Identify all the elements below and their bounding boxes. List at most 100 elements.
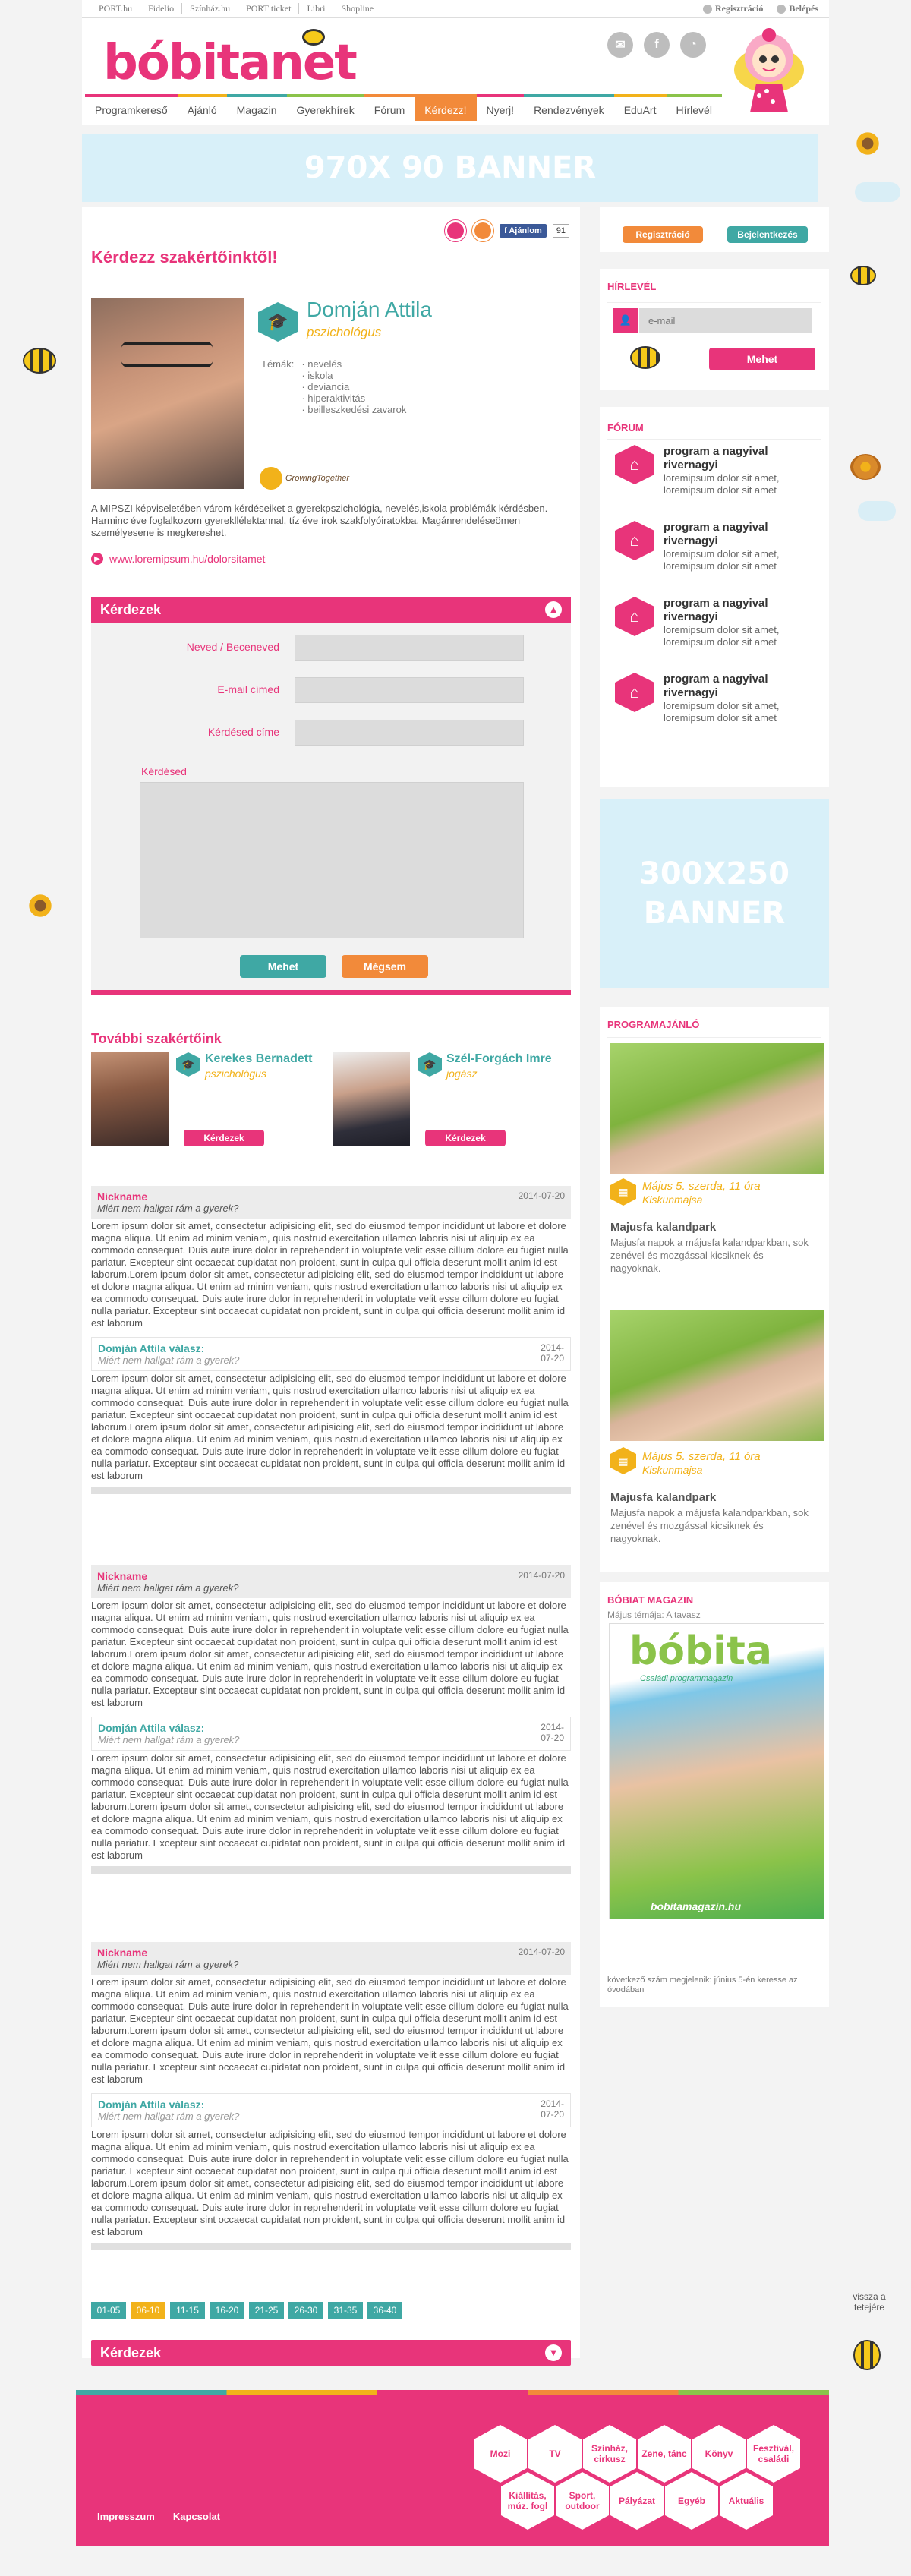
partner-link[interactable]: PORT.hu [91, 3, 141, 14]
facebook-like-button[interactable]: f Ajánlom [500, 224, 547, 238]
bee-decoration-icon [23, 348, 56, 374]
auth-box: Regisztráció Bejelentkezés [600, 207, 829, 252]
expert-website-link[interactable]: ▶ www.loremipsum.hu/dolorsitamet [91, 553, 265, 565]
house-icon: ⌂ [615, 521, 654, 560]
category-theatre[interactable]: Színház, cirkusz [583, 2425, 636, 2483]
category-sport[interactable]: Sport, outdoor [556, 2472, 609, 2530]
answer-date: 2014-07-20 [541, 2098, 564, 2120]
facebook-icon[interactable]: f [644, 32, 670, 58]
expert-thumbnail[interactable] [91, 1052, 169, 1146]
ask-expert-button[interactable]: Kérdezek [425, 1130, 506, 1146]
snail-decoration-icon [850, 454, 881, 480]
ask-expert-button[interactable]: Kérdezek [184, 1130, 264, 1146]
category-festival[interactable]: Fesztivál, családi [747, 2425, 800, 2483]
contact-link[interactable]: Kapcsolat [173, 2511, 220, 2522]
category-mozi[interactable]: Mozi [474, 2425, 527, 2483]
expert-name[interactable]: Kerekes Bernadett [205, 1052, 312, 1066]
category-music[interactable]: Zene, tánc [638, 2425, 691, 2483]
expert-thumbnail[interactable] [333, 1052, 410, 1146]
comment-divider [91, 1487, 571, 1494]
nav-item[interactable]: Nyerj! [476, 94, 525, 121]
comment-header: Nickname Miért nem hallgat rám a gyerek?… [91, 1186, 571, 1219]
page-link[interactable]: 36-40 [367, 2302, 402, 2319]
mail-share-icon[interactable] [445, 220, 467, 241]
topbar-register-link[interactable]: Regisztráció [703, 3, 763, 14]
answer-header: Domján Attila válasz: Miért nem hallgat … [91, 1337, 571, 1371]
expert-profession: pszichológus [307, 325, 382, 339]
partner-link[interactable]: Libri [299, 3, 334, 14]
partner-link[interactable]: Shopline [333, 3, 381, 14]
program-title-link[interactable]: Majusfa kalandpark [610, 1221, 716, 1234]
category-contest[interactable]: Pályázat [610, 2472, 664, 2530]
page-link[interactable]: 31-35 [328, 2302, 363, 2319]
category-book[interactable]: Könyv [692, 2425, 746, 2483]
rss-icon[interactable]: ◔ [680, 32, 706, 58]
fairy-mascot-icon [734, 28, 804, 112]
program-description: Majusfa napok a májusfa kalandparkban, s… [610, 1507, 809, 1544]
site-logo[interactable]: bóbitanet [103, 29, 358, 91]
impressum-link[interactable]: Impresszum [97, 2511, 155, 2522]
topbar-login-link[interactable]: Belépés [777, 3, 818, 14]
program-image[interactable] [610, 1043, 824, 1174]
partner-link[interactable]: Fidelio [140, 3, 183, 14]
forum-item[interactable]: ⌂ program a nagyival rivernagyi loremipsu… [615, 521, 808, 572]
nav-item[interactable]: Magazin [226, 94, 287, 121]
category-tv[interactable]: TV [528, 2425, 582, 2483]
expert-name[interactable]: Szél-Forgách Imre [446, 1052, 552, 1066]
program-location: Kiskunmajsa [642, 1464, 703, 1476]
subject-label: Kérdésed címe [207, 726, 279, 738]
email-label: E-mail címed [217, 683, 279, 695]
print-icon[interactable] [472, 220, 494, 241]
answer-date: 2014-07-20 [541, 1722, 564, 1743]
question-label: Kérdésed [141, 765, 187, 777]
subject-input[interactable] [295, 720, 524, 746]
program-title: PROGRAMAJÁNLÓ [607, 1019, 700, 1030]
category-exhibition[interactable]: Kiállítás, múz. fogl [501, 2472, 554, 2530]
magazine-cover[interactable]: bóbita Családi programmagazin bobitamaga… [609, 1623, 824, 1919]
site-footer: Mozi TV Színház, cirkusz Zene, tánc Köny… [76, 2395, 829, 2546]
forum-item[interactable]: ⌂ program a nagyival rivernagyi loremipsu… [615, 597, 808, 648]
nav-item[interactable]: Ajánló [177, 94, 227, 121]
page-link-current[interactable]: 06-10 [131, 2302, 165, 2319]
nav-item-active[interactable]: Kérdezz! [415, 94, 477, 121]
edit-icon [703, 4, 713, 14]
forum-item[interactable]: ⌂ program a nagyival rivernagyi loremipsu… [615, 673, 808, 724]
program-image[interactable] [610, 1310, 824, 1441]
newsletter-email-input[interactable] [639, 308, 812, 333]
question-form-header[interactable]: Kérdezek ▲ [91, 597, 571, 623]
page-link[interactable]: 11-15 [170, 2302, 205, 2319]
page-link[interactable]: 21-25 [249, 2302, 284, 2319]
email-input[interactable] [295, 677, 524, 703]
ask-question-panel-toggle[interactable]: Kérdezek ▼ [91, 2340, 571, 2366]
nav-item[interactable]: Rendezvények [524, 94, 614, 121]
category-current[interactable]: Aktuális [720, 2472, 773, 2530]
partner-link[interactable]: PORT ticket [238, 3, 300, 14]
register-button[interactable]: Regisztráció [623, 226, 703, 243]
page-link[interactable]: 01-05 [91, 2302, 126, 2319]
forum-item[interactable]: ⌂ program a nagyival rivernagyi loremipsu… [615, 445, 808, 497]
back-to-top-link[interactable]: vissza a tetejére [843, 2291, 896, 2313]
partner-link[interactable]: Színház.hu [182, 3, 239, 14]
program-title-link[interactable]: Majusfa kalandpark [610, 1491, 716, 1504]
top-banner[interactable]: 970X 90 BANNER [82, 134, 818, 202]
expand-arrow-icon[interactable]: ▼ [545, 2344, 562, 2361]
side-banner[interactable]: 300X250 BANNER [600, 799, 829, 988]
nav-item[interactable]: Fórum [364, 94, 415, 121]
name-input[interactable] [295, 635, 524, 661]
mail-icon[interactable]: ✉ [607, 32, 633, 58]
collapse-arrow-icon[interactable]: ▲ [545, 601, 562, 618]
house-icon: ⌂ [615, 445, 654, 484]
login-button[interactable]: Bejelentkezés [727, 226, 808, 243]
nav-item[interactable]: EduArt [613, 94, 667, 121]
category-other[interactable]: Egyéb [665, 2472, 718, 2530]
page-link[interactable]: 16-20 [210, 2302, 244, 2319]
newsletter-submit-button[interactable]: Mehet [709, 348, 815, 370]
nav-item[interactable]: Gyerekhírek [286, 94, 364, 121]
nav-item[interactable]: Programkereső [85, 94, 178, 121]
cancel-button[interactable]: Mégsem [342, 955, 428, 978]
page-link[interactable]: 26-30 [288, 2302, 323, 2319]
submit-button[interactable]: Mehet [240, 955, 326, 978]
question-textarea[interactable] [140, 782, 524, 938]
comment-body: Lorem ipsum dolor sit amet, consectetur … [91, 1600, 569, 1708]
nav-item[interactable]: Hírlevél [666, 94, 722, 121]
